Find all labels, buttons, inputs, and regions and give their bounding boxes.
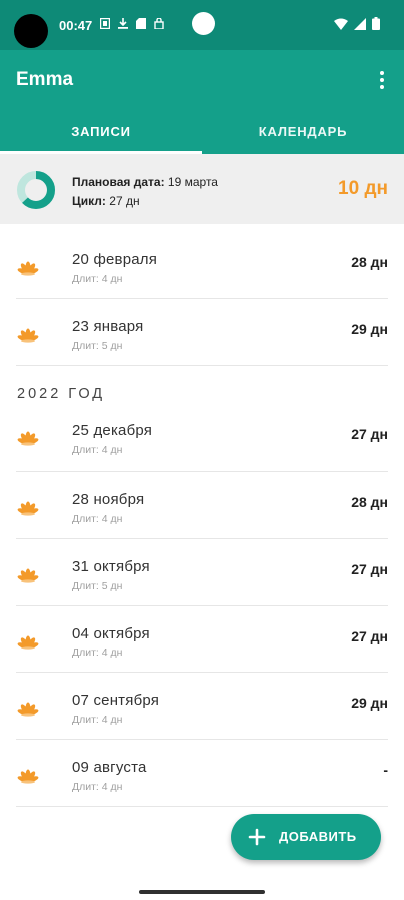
cycle-progress-ring: [17, 171, 55, 209]
navigation-bar: [0, 876, 404, 900]
app-bar: Emma ЗАПИСИ КАЛЕНДАРЬ: [0, 50, 404, 154]
download-icon: [118, 18, 128, 29]
cycle-value: 27 дн: [109, 194, 140, 208]
record-duration: Длит: 4 дн: [72, 714, 123, 726]
record-date: 04 октября: [72, 625, 150, 642]
battery-icon: [372, 17, 380, 30]
status-time: 00:47: [59, 18, 93, 33]
record-duration: Длит: 4 дн: [72, 781, 123, 793]
status-icons: [100, 18, 164, 29]
record-date: 31 октября: [72, 558, 150, 575]
record-cycle-length: 27 дн: [351, 426, 388, 442]
record-cycle-length: 27 дн: [351, 561, 388, 577]
summary-text: Плановая дата: 19 марта Цикл: 27 дн: [72, 173, 218, 211]
notification-dot: [192, 12, 215, 35]
plus-icon: [248, 828, 266, 846]
record-date: 23 января: [72, 318, 144, 335]
record-duration: Длит: 4 дн: [72, 273, 123, 285]
cycle-summary[interactable]: Плановая дата: 19 марта Цикл: 27 дн 10 д…: [0, 154, 404, 224]
record-duration: Длит: 4 дн: [72, 444, 123, 456]
status-right-icons: [334, 17, 380, 30]
record-cycle-length: 28 дн: [351, 494, 388, 510]
vpn-icon: [154, 18, 164, 29]
flower-icon: [16, 254, 40, 278]
list-item[interactable]: 09 августа Длит: 4 дн -: [0, 740, 404, 807]
wifi-icon: [334, 18, 348, 30]
record-date: 07 сентября: [72, 692, 160, 709]
record-cycle-length: 29 дн: [351, 321, 388, 337]
flower-icon: [16, 628, 40, 652]
year-header: 2022 ГОД: [0, 366, 404, 412]
signal-icon: [354, 17, 366, 30]
record-duration: Длит: 5 дн: [72, 580, 123, 592]
record-cycle-length: 28 дн: [351, 254, 388, 270]
record-cycle-length: -: [383, 762, 388, 778]
list-item[interactable]: 31 октября Длит: 5 дн 27 дн: [0, 539, 404, 606]
camera-cutout: [14, 14, 48, 48]
flower-icon: [16, 321, 40, 345]
days-left: 10 дн: [338, 178, 388, 199]
record-date: 28 ноября: [72, 491, 145, 508]
sim-icon: [100, 18, 110, 29]
record-cycle-length: 29 дн: [351, 695, 388, 711]
flower-icon: [16, 695, 40, 719]
record-date: 25 декабря: [72, 422, 153, 439]
tab-bar: ЗАПИСИ КАЛЕНДАРЬ: [0, 108, 404, 154]
home-gesture-handle[interactable]: [139, 890, 265, 894]
flower-icon: [16, 494, 40, 518]
records-list: 20 февраля Длит: 4 дн 28 дн 23 января Дл…: [0, 232, 404, 807]
add-record-button[interactable]: ДОБАВИТЬ: [231, 814, 381, 860]
planned-date-label: Плановая дата:: [72, 175, 165, 189]
record-duration: Длит: 5 дн: [72, 340, 123, 352]
flower-icon: [16, 762, 40, 786]
list-item[interactable]: 07 сентября Длит: 4 дн 29 дн: [0, 673, 404, 740]
tab-records[interactable]: ЗАПИСИ: [0, 108, 202, 154]
flower-icon: [16, 561, 40, 585]
record-duration: Длит: 4 дн: [72, 647, 123, 659]
more-vert-icon[interactable]: [372, 67, 392, 93]
flower-icon: [16, 424, 40, 448]
app-title: Emma: [16, 69, 74, 90]
record-cycle-length: 27 дн: [351, 628, 388, 644]
list-item[interactable]: 20 февраля Длит: 4 дн 28 дн: [0, 232, 404, 299]
record-duration: Длит: 4 дн: [72, 513, 123, 525]
list-item[interactable]: 25 декабря Длит: 4 дн 27 дн: [0, 412, 404, 472]
sd-card-icon: [136, 18, 146, 29]
list-item[interactable]: 28 ноября Длит: 4 дн 28 дн: [0, 472, 404, 539]
planned-date-value: 19 марта: [167, 175, 218, 189]
year-header-label: 2022 ГОД: [17, 386, 106, 402]
add-record-label: ДОБАВИТЬ: [279, 829, 357, 844]
status-bar: 00:47: [0, 0, 404, 50]
cycle-label: Цикл:: [72, 194, 106, 208]
record-date: 09 августа: [72, 759, 147, 776]
record-date: 20 февраля: [72, 251, 158, 268]
tab-calendar[interactable]: КАЛЕНДАРЬ: [202, 108, 404, 154]
list-item[interactable]: 04 октября Длит: 4 дн 27 дн: [0, 606, 404, 673]
divider: [16, 806, 388, 807]
list-item[interactable]: 23 января Длит: 5 дн 29 дн: [0, 299, 404, 366]
